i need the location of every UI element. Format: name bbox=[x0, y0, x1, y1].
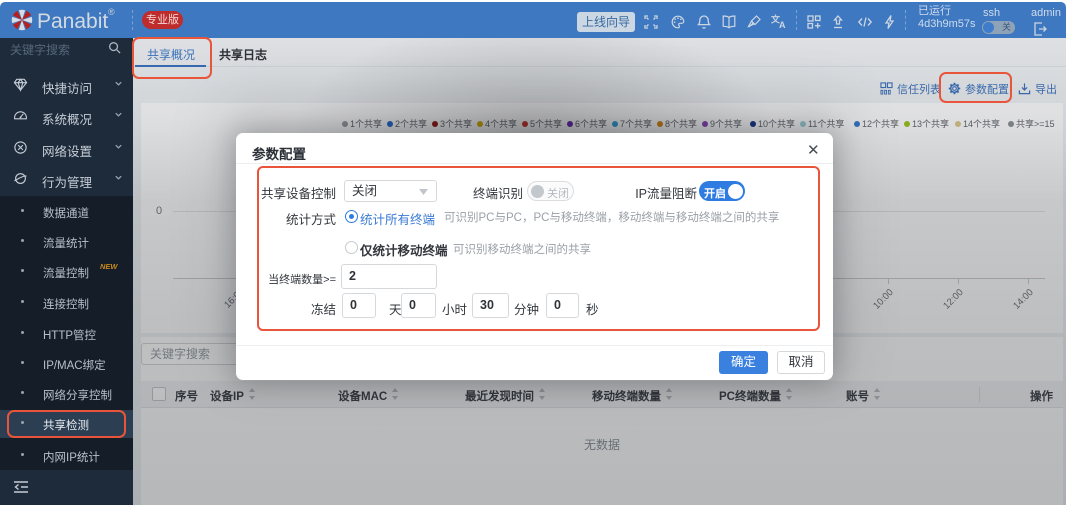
svg-text:A: A bbox=[779, 20, 786, 30]
